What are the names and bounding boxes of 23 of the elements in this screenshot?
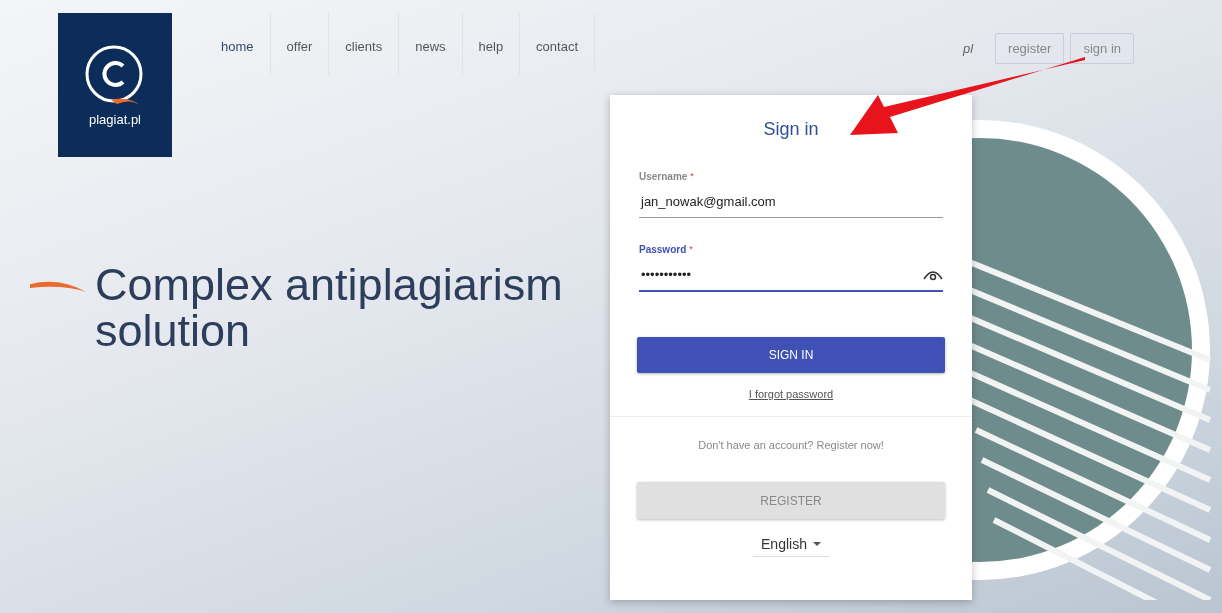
caret-icon (812, 542, 821, 546)
headline: Complex antiplagiarism solution (95, 262, 564, 354)
forgot-password-link[interactable]: I forgot password (748, 388, 834, 400)
required-mark: * (689, 244, 693, 255)
logo[interactable]: plagiat.pl (58, 13, 172, 157)
input-field[interactable]: ••••••••••• (639, 255, 943, 292)
field-label: Password (639, 244, 687, 255)
language-select[interactable]: English (753, 532, 829, 557)
nav-link[interactable]: contact (520, 13, 596, 75)
input-field[interactable]: jan_nowak@gmail.com (639, 182, 943, 218)
nav-link[interactable]: news (399, 13, 463, 75)
nav-link[interactable]: home (205, 13, 271, 75)
eye-icon[interactable] (923, 268, 943, 281)
sign-in-button[interactable]: SIGN IN (637, 337, 945, 373)
field-label: Username (639, 171, 688, 182)
nav-link[interactable]: offer (270, 13, 330, 75)
card-title: Sign in (763, 119, 819, 140)
nav-link[interactable]: clients (329, 13, 400, 75)
register-prompt: Don't have an account? Register now! (698, 439, 884, 451)
required-mark: * (690, 171, 694, 182)
logo-text: plagiat.pl (88, 111, 141, 127)
nav-link[interactable]: help (462, 13, 521, 75)
language-link[interactable]: pl (962, 41, 974, 56)
